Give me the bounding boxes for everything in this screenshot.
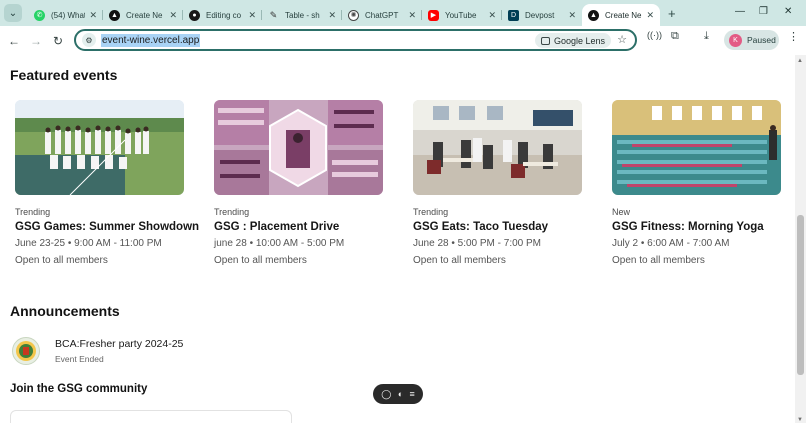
close-tab-icon[interactable]: ✕ — [169, 10, 177, 21]
window-close-icon[interactable]: ✕ — [784, 6, 792, 17]
close-tab-icon[interactable]: ✕ — [646, 10, 654, 21]
announcement-item[interactable]: BCA:Fresher party 2024-25 Event Ended — [12, 337, 183, 365]
close-tab-icon[interactable]: ✕ — [488, 10, 496, 21]
event-tag: Trending — [15, 207, 51, 217]
tab-github[interactable]: ● Editing co ✕ — [183, 4, 262, 26]
scroll-up-icon[interactable]: ▲ — [797, 58, 803, 64]
camera-icon — [540, 36, 550, 45]
event-image-placement — [214, 100, 383, 195]
pen-icon: ✎ — [269, 9, 278, 20]
tab-search-icon[interactable]: ⌄ — [4, 4, 22, 22]
devpost-icon: D — [508, 9, 519, 21]
event-title[interactable]: GSG Eats: Taco Tuesday — [413, 221, 603, 233]
announcement-title: BCA:Fresher party 2024-25 — [55, 338, 184, 350]
chat-bubble-icon[interactable]: ◯ — [381, 389, 391, 400]
github-icon: ● — [189, 9, 200, 21]
tab-active-vercel[interactable]: ▲ Create Ne ✕ — [582, 4, 660, 26]
menu-lines-icon[interactable]: ≡ — [410, 389, 415, 399]
profile-button[interactable]: K Paused — [724, 30, 779, 50]
close-tab-icon[interactable]: ✕ — [568, 10, 576, 21]
announcement-status: Event Ended — [55, 354, 104, 364]
announcements-heading: Announcements — [10, 303, 120, 319]
url-text[interactable]: event-wine.vercel.app — [101, 33, 201, 47]
event-image-yoga — [612, 100, 781, 195]
tab-strip: ⌄ ✆ (54) Whats ✕ ▲ Create Ne ✕ ● Editing… — [0, 0, 806, 26]
address-bar[interactable]: ⚙ event-wine.vercel.app Google Lens ☆ — [74, 29, 637, 51]
page-content: Featured events Trending GSG Games: Summ… — [0, 55, 795, 423]
avatar: K — [729, 33, 742, 47]
event-image-sports — [15, 100, 184, 195]
vertical-scrollbar[interactable]: ▲ ▼ — [795, 55, 806, 423]
menu-kebab-icon[interactable]: ⋮ — [788, 30, 799, 43]
google-lens-button[interactable]: Google Lens — [534, 33, 611, 48]
scroll-down-icon[interactable]: ▼ — [797, 417, 803, 423]
new-tab-button[interactable]: + — [668, 6, 676, 21]
restore-icon[interactable]: ❐ — [759, 6, 768, 17]
browser-chrome: ⌄ ✆ (54) Whats ✕ ▲ Create Ne ✕ ● Editing… — [0, 0, 806, 55]
featured-events-heading: Featured events — [10, 67, 118, 83]
youtube-icon: ▶ — [428, 9, 439, 21]
college-logo-icon — [12, 337, 40, 365]
extensions-icon[interactable]: ⧉ — [671, 30, 679, 43]
event-audience: Open to all members — [214, 255, 307, 266]
theme-toggle-icon[interactable]: ◐ — [398, 389, 403, 399]
vercel-icon: ▲ — [588, 9, 599, 21]
bookmark-star-icon[interactable]: ☆ — [617, 33, 627, 46]
download-icon[interactable]: ⤓ — [704, 30, 709, 43]
tab-youtube[interactable]: ▶ YouTube ✕ — [422, 4, 502, 26]
tab-vercel[interactable]: ▲ Create Ne ✕ — [103, 4, 183, 26]
event-datetime: june 28 • 10:00 AM - 5:00 PM — [214, 238, 345, 249]
close-tab-icon[interactable]: ✕ — [408, 10, 416, 21]
event-datetime: July 2 • 6:00 AM - 7:00 AM — [612, 238, 730, 249]
minimize-icon[interactable]: — — [735, 6, 745, 17]
event-tag: Trending — [413, 207, 449, 217]
tab-devpost[interactable]: D Devpost ✕ — [502, 4, 582, 26]
event-datetime: June 23-25 • 9:00 AM - 11:00 PM — [15, 238, 162, 249]
event-card[interactable]: Trending GSG Eats: Taco Tuesday June 28 … — [413, 100, 603, 266]
event-card[interactable]: New GSG Fitness: Morning Yoga July 2 • 6… — [612, 100, 795, 266]
tab-table[interactable]: ✎ Table - sh ✕ — [262, 4, 342, 26]
event-audience: Open to all members — [413, 255, 506, 266]
vercel-icon: ▲ — [109, 9, 120, 21]
site-info-icon[interactable]: ⚙ — [82, 33, 96, 47]
cast-icon[interactable]: ((·)) — [647, 30, 662, 40]
reload-icon[interactable]: ↻ — [47, 34, 69, 48]
floating-toolbar: ◯ ◐ ≡ — [373, 384, 423, 404]
whatsapp-icon: ✆ — [34, 9, 45, 21]
forward-icon[interactable]: → — [25, 34, 47, 48]
close-tab-icon[interactable]: ✕ — [248, 10, 256, 21]
event-title[interactable]: GSG : Placement Drive — [214, 221, 404, 233]
community-heading: Join the GSG community — [10, 383, 148, 395]
event-audience: Open to all members — [612, 255, 705, 266]
tab-whatsapp[interactable]: ✆ (54) Whats ✕ — [28, 4, 103, 26]
scrollbar-thumb[interactable] — [797, 215, 804, 375]
event-tag: Trending — [214, 207, 250, 217]
community-card — [10, 410, 292, 423]
event-card[interactable]: Trending GSG : Placement Drive june 28 •… — [214, 100, 404, 266]
event-title[interactable]: GSG Fitness: Morning Yoga — [612, 221, 795, 233]
close-tab-icon[interactable]: ✕ — [328, 10, 336, 21]
back-icon[interactable]: ← — [3, 34, 25, 48]
close-tab-icon[interactable]: ✕ — [89, 10, 97, 21]
event-image-cafeteria — [413, 100, 582, 195]
event-datetime: June 28 • 5:00 PM - 7:00 PM — [413, 238, 542, 249]
tab-chatgpt[interactable]: ✺ ChatGPT ✕ — [342, 4, 422, 26]
event-card[interactable]: Trending GSG Games: Summer Showdown June… — [15, 100, 205, 266]
chatgpt-icon: ✺ — [348, 9, 359, 21]
toolbar: ← → ↻ ⚙ event-wine.vercel.app Google Len… — [0, 26, 806, 55]
event-tag: New — [612, 207, 631, 217]
event-audience: Open to all members — [15, 255, 108, 266]
event-title[interactable]: GSG Games: Summer Showdown — [15, 221, 205, 233]
